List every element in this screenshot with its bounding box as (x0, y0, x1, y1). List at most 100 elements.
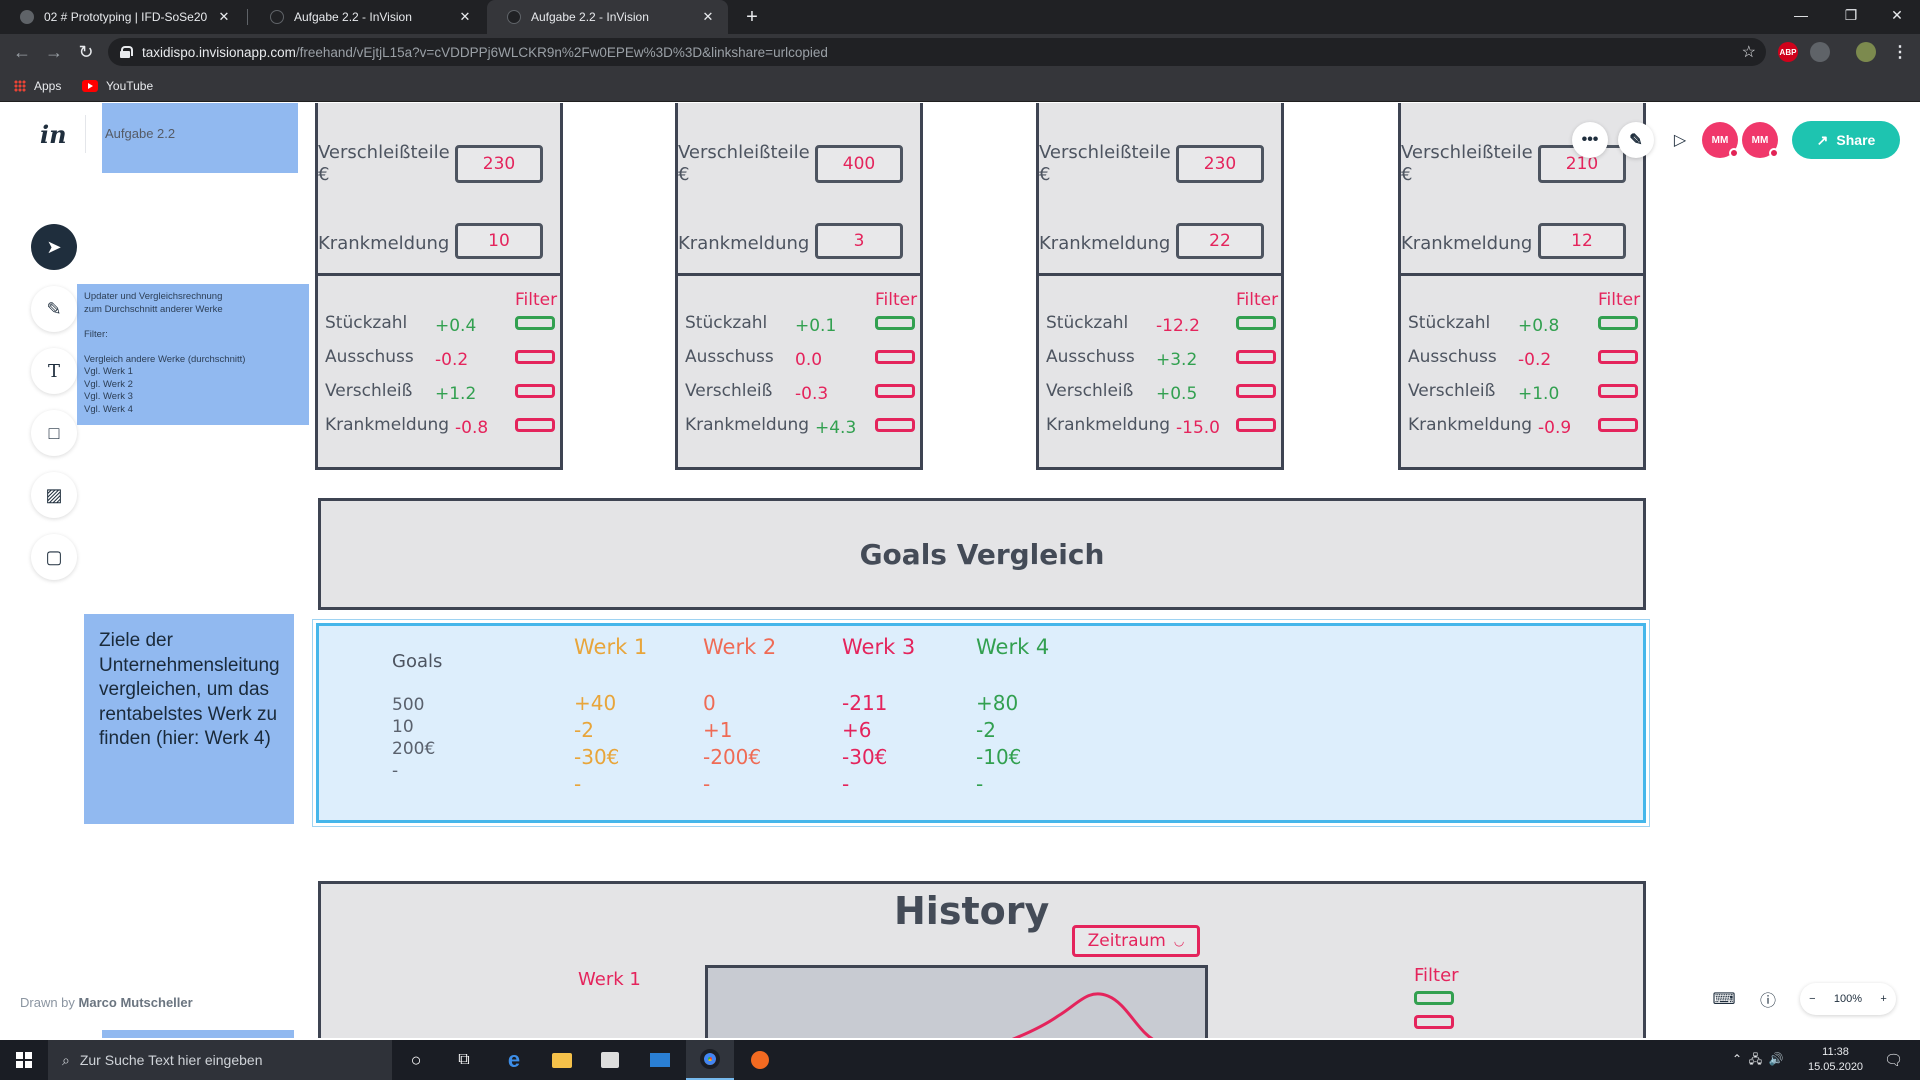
share-button[interactable]: ↗ Share (1792, 121, 1900, 159)
filter-checkbox[interactable] (875, 418, 915, 432)
address-bar[interactable]: taxidispo.invisionapp.com /freehand/vEjt… (108, 38, 1766, 66)
metric-label: Verschleiß (685, 381, 773, 401)
metric-delta: +1.2 (435, 384, 477, 404)
browser-tab[interactable]: Aufgabe 2.2 - InVision ✕ (250, 0, 485, 34)
history-title: History (894, 889, 1050, 933)
chrome-taskbar-icon[interactable] (686, 1040, 734, 1080)
filter-checkbox[interactable] (1236, 316, 1276, 330)
store-icon[interactable] (586, 1040, 634, 1080)
clock[interactable]: 11:38 15.05.2020 (1808, 1040, 1863, 1080)
more-options-icon[interactable]: ••• (1572, 122, 1608, 158)
new-tab-button[interactable]: + (738, 0, 766, 34)
invision-logo[interactable]: in (40, 120, 67, 149)
filter-checkbox[interactable] (515, 350, 555, 364)
bookmark-youtube[interactable]: YouTube (82, 70, 153, 102)
help-icon[interactable]: ⓘ (1752, 983, 1784, 1015)
header-divider (85, 115, 86, 153)
krankmeldung-field[interactable]: 12 (1538, 223, 1626, 259)
krankmeldung-field[interactable]: 3 (815, 223, 903, 259)
filter-checkbox[interactable] (515, 418, 555, 432)
metric-label: Ausschuss (685, 347, 774, 367)
minimize-icon[interactable]: — (1778, 0, 1824, 30)
krankmeldung-field[interactable]: 22 (1176, 223, 1264, 259)
text-tool-icon[interactable]: T (31, 348, 77, 394)
field-value: 12 (1571, 231, 1593, 251)
filter-checkbox[interactable] (1598, 350, 1638, 364)
filter-checkbox[interactable] (515, 384, 555, 398)
filter-checkbox[interactable] (515, 316, 555, 330)
restore-icon[interactable]: ❐ (1828, 0, 1874, 30)
sticky-note-filter[interactable]: Updater und Vergleichsrechnung zum Durch… (77, 284, 309, 425)
zoom-in-button[interactable]: + (1880, 993, 1886, 1005)
keyboard-shortcuts-icon[interactable]: ⌨ (1708, 983, 1740, 1015)
filter-checkbox[interactable] (1598, 418, 1638, 432)
freehand-canvas[interactable]: Verschleißteile € 230 Krankmeldung 10 Filter… (0, 103, 1920, 1038)
system-tray-icons[interactable]: ⌃ 🖧 🔊 (1732, 1040, 1784, 1080)
metric-label: Krankmeldung (1408, 415, 1533, 435)
sticky-tool-icon[interactable]: ▢ (31, 534, 77, 580)
pen-tool-icon[interactable]: ✎ (31, 286, 77, 332)
shape-tool-icon[interactable]: □ (31, 410, 77, 456)
document-title[interactable]: Aufgabe 2.2 (102, 103, 298, 173)
taskbar-search-input[interactable]: ⌕ Zur Suche Text hier eingeben (48, 1040, 392, 1080)
sticky-note-goals[interactable]: Ziele der Unternehmensleitung vergleiche… (84, 614, 294, 824)
tab-close-icon[interactable]: ✕ (453, 9, 477, 25)
mail-icon[interactable] (636, 1040, 684, 1080)
author-name[interactable]: Marco Mutscheller (79, 995, 193, 1010)
verschleissteile-field[interactable]: 230 (455, 145, 543, 183)
zoom-out-button[interactable]: − (1809, 993, 1815, 1005)
cortana-icon[interactable]: ○ (392, 1040, 440, 1080)
adblock-extension-icon[interactable]: ABP (1778, 42, 1798, 62)
app-taskbar-icon[interactable] (736, 1040, 784, 1080)
tab-close-icon[interactable]: ✕ (212, 9, 236, 25)
metric-delta: -15.0 (1176, 418, 1220, 438)
metric-label: Krankmeldung (685, 415, 810, 435)
menu-kebab-icon[interactable]: ⋮ (1890, 42, 1910, 62)
avatar[interactable]: MM (1702, 122, 1739, 158)
filter-checkbox[interactable] (1236, 384, 1276, 398)
krankmeldung-field[interactable]: 10 (455, 223, 543, 259)
werk-goal-delta: -2 (976, 718, 996, 742)
forward-icon[interactable]: → (40, 34, 68, 70)
verschleissteile-field[interactable]: 400 (815, 145, 903, 183)
bookmark-apps[interactable]: Apps (14, 70, 61, 102)
tab-close-icon[interactable]: ✕ (696, 9, 720, 25)
werk-goal-delta: +6 (842, 718, 872, 742)
close-window-icon[interactable]: ✕ (1874, 0, 1920, 30)
filter-checkbox[interactable] (1598, 316, 1638, 330)
pencil-edit-icon[interactable]: ✎ (1618, 122, 1654, 158)
werk-goal-delta: -30€ (574, 745, 620, 769)
file-explorer-icon[interactable] (538, 1040, 586, 1080)
history-filter-checkbox[interactable] (1414, 991, 1454, 1005)
extension-icon[interactable] (1810, 42, 1830, 62)
browser-tab-active[interactable]: Aufgabe 2.2 - InVision ✕ (487, 0, 728, 34)
filter-checkbox[interactable] (875, 350, 915, 364)
history-filter-checkbox[interactable] (1414, 1015, 1454, 1029)
edge-browser-icon[interactable]: e (490, 1040, 538, 1080)
profile-avatar-icon[interactable] (1856, 42, 1876, 62)
present-play-icon[interactable]: ▷ (1666, 128, 1694, 152)
filter-checkbox[interactable] (875, 316, 915, 330)
clock-date: 15.05.2020 (1808, 1061, 1864, 1073)
sticky-note-partial[interactable] (102, 1030, 294, 1038)
filter-checkbox[interactable] (1236, 350, 1276, 364)
avatar[interactable]: MM (1742, 122, 1779, 158)
back-icon[interactable]: ← (8, 34, 36, 70)
bookmark-star-icon[interactable]: ☆ (1742, 42, 1756, 62)
zoom-control: − 100% + (1800, 983, 1896, 1015)
notifications-icon[interactable]: 🗨 (1884, 1040, 1903, 1080)
krankmeldung-label: Krankmeldung (678, 233, 810, 254)
filter-checkbox[interactable] (1236, 418, 1276, 432)
filter-checkbox[interactable] (875, 384, 915, 398)
zeitraum-dropdown[interactable]: Zeitraum ◡ (1072, 925, 1200, 957)
windows-start-icon[interactable] (0, 1040, 48, 1080)
search-placeholder: Zur Suche Text hier eingeben (79, 1052, 263, 1068)
filter-checkbox[interactable] (1598, 384, 1638, 398)
reload-icon[interactable]: ↻ (72, 34, 100, 70)
field-value: 10 (488, 231, 510, 251)
select-tool-icon[interactable]: ➤ (31, 224, 77, 270)
browser-tab[interactable]: 02 # Prototyping | IFD-SoSe20 ✕ (0, 0, 244, 34)
task-view-icon[interactable]: ⧉ (440, 1040, 488, 1080)
image-tool-icon[interactable]: ▨ (31, 472, 77, 518)
verschleissteile-field[interactable]: 230 (1176, 145, 1264, 183)
